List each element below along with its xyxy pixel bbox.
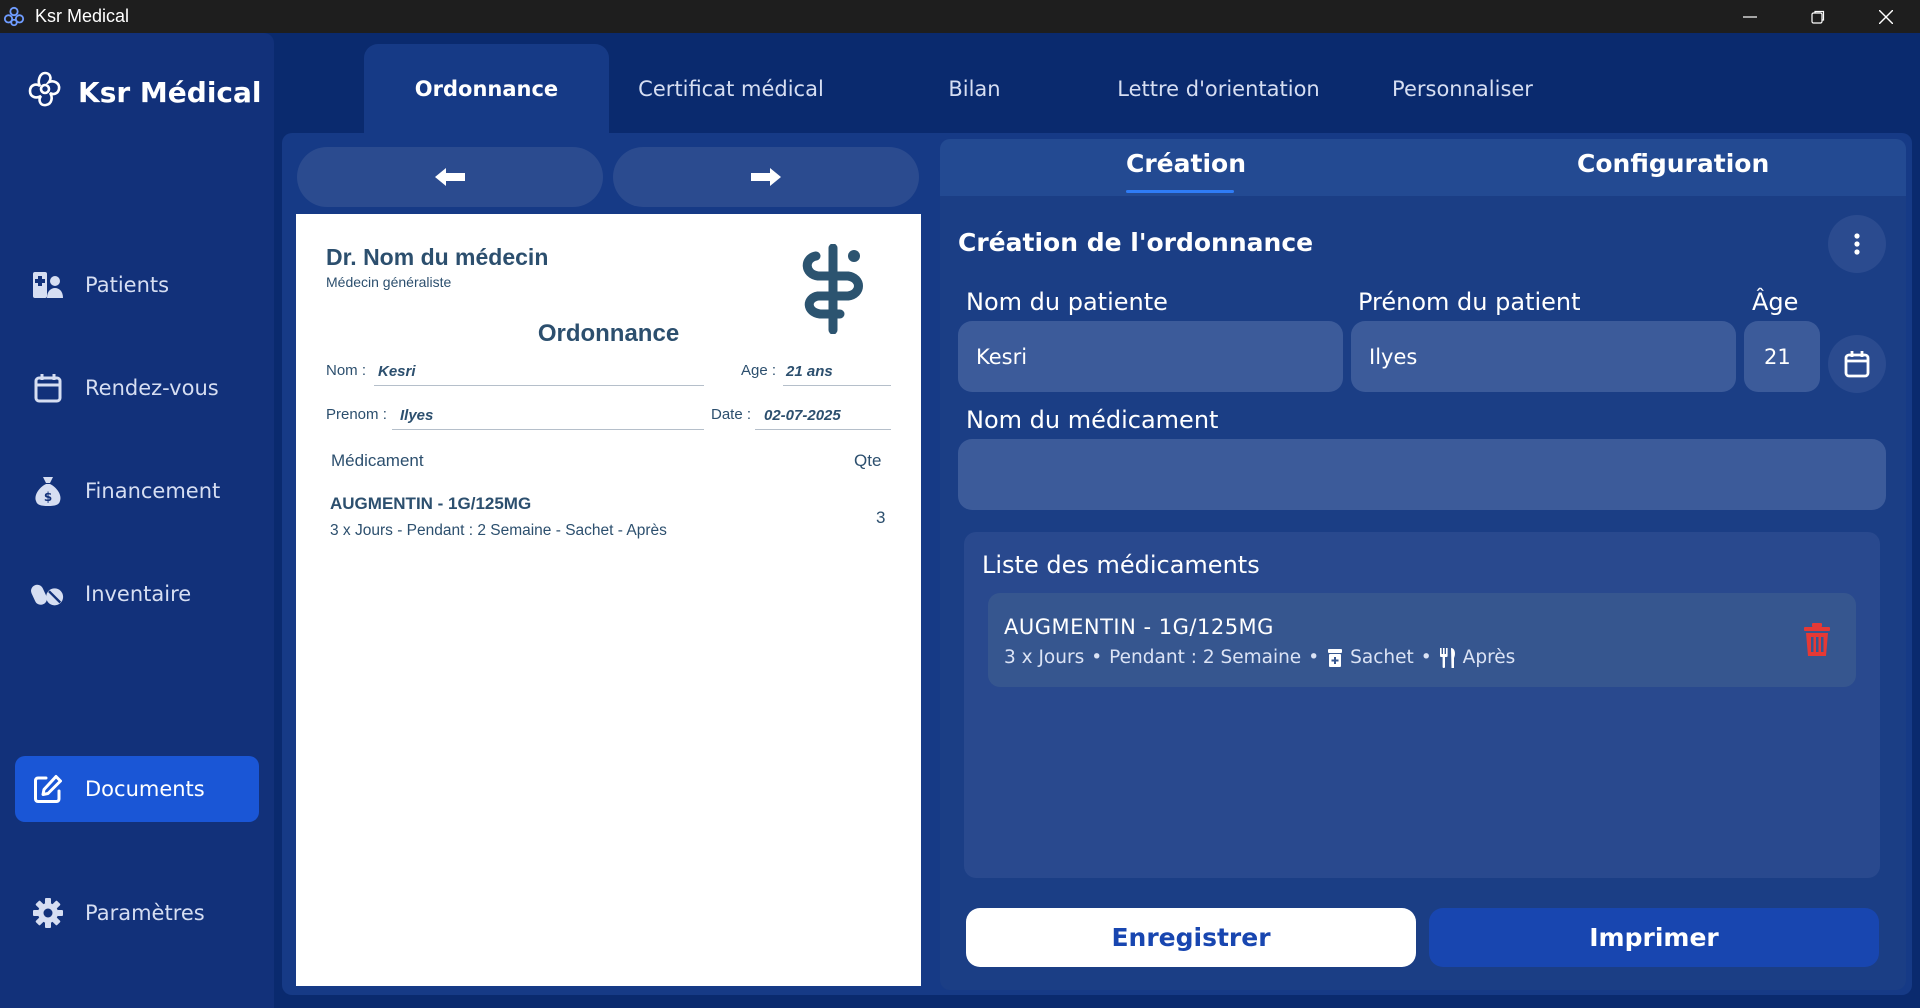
preview-medication-detail: 3 x Jours - Pendant : 2 Semaine - Sachet… <box>330 522 667 539</box>
sidebar-item-parametres[interactable]: Paramètres <box>15 880 259 946</box>
utensils-icon <box>1439 647 1457 668</box>
duration: Pendant : 2 Semaine <box>1109 647 1302 668</box>
preview-medication-name: AUGMENTIN - 1G/125MG <box>330 494 532 513</box>
document-title: Ordonnance <box>537 320 680 347</box>
form-title: Création de l'ordonnance <box>958 228 1314 257</box>
date-label: Date : <box>711 406 752 423</box>
age-label: Âge <box>1752 288 1799 316</box>
tab-certificat-medical[interactable]: Certificat médical <box>618 44 844 134</box>
separator: • <box>1308 647 1320 668</box>
sidebar-item-label: Paramètres <box>85 901 205 925</box>
tab-lettre-orientation[interactable]: Lettre d'orientation <box>1106 44 1331 134</box>
active-tab-indicator <box>1126 190 1234 193</box>
money-bag-icon: $ <box>31 474 65 508</box>
trash-icon <box>1804 623 1830 656</box>
nom-value: Kesri <box>378 363 416 380</box>
prenom-patient-label: Prénom du patient <box>1358 288 1581 316</box>
sachet-icon <box>1326 648 1344 668</box>
sidebar-item-patients[interactable]: Patients <box>15 252 259 318</box>
prenom-patient-input[interactable]: Ilyes <box>1351 321 1736 392</box>
save-button[interactable]: Enregistrer <box>966 908 1416 967</box>
medicament-label: Nom du médicament <box>966 406 1219 434</box>
restore-button[interactable] <box>1784 0 1852 33</box>
age-input[interactable]: 21 <box>1744 321 1820 392</box>
more-vert-icon <box>1854 233 1860 255</box>
svg-text:$: $ <box>44 490 52 504</box>
calendar-icon <box>31 371 65 405</box>
nom-line <box>374 364 704 386</box>
medication-details: 3 x Jours • Pendant : 2 Semaine • Sachet… <box>1004 647 1515 668</box>
delete-button[interactable] <box>1802 623 1832 657</box>
nom-patient-input[interactable]: Kesri <box>958 321 1343 392</box>
doctor-specialty: Médecin généraliste <box>326 274 452 290</box>
patient-icon <box>31 268 65 302</box>
date-value: 02-07-2025 <box>764 407 841 424</box>
close-icon <box>1879 9 1893 24</box>
age-value: 21 ans <box>786 363 833 380</box>
prescription-preview: Dr. Nom du médecin Médecin généraliste O… <box>296 214 921 986</box>
sidebar-item-inventaire[interactable]: Inventaire <box>15 561 259 627</box>
close-button[interactable] <box>1852 0 1920 33</box>
gear-icon <box>31 896 65 930</box>
sidebar-item-label: Rendez-vous <box>85 376 219 400</box>
column-medicament: Médicament <box>331 451 424 470</box>
frequency: 3 x Jours <box>1004 647 1085 668</box>
medication-name: AUGMENTIN - 1G/125MG <box>1004 615 1274 639</box>
separator: • <box>1091 647 1103 668</box>
tab-bilan[interactable]: Bilan <box>862 44 1087 134</box>
brand-logo-icon <box>24 69 66 115</box>
date-picker-button[interactable] <box>1828 335 1886 393</box>
sidebar-item-label: Patients <box>85 273 170 297</box>
arrow-left-icon <box>435 168 465 186</box>
timing: Après <box>1462 647 1516 668</box>
minimize-icon <box>1743 15 1757 18</box>
sidebar: Ksr Médical Patients Rendez-vous $ Finan… <box>0 33 274 1008</box>
prenom-line <box>392 408 704 430</box>
restore-icon <box>1811 10 1825 24</box>
list-item[interactable]: AUGMENTIN - 1G/125MG 3 x Jours • Pendant… <box>988 593 1856 687</box>
nom-patient-label: Nom du patiente <box>966 288 1168 316</box>
sidebar-item-label: Documents <box>85 777 205 801</box>
tab-creation[interactable]: Création <box>1126 149 1246 178</box>
separator: • <box>1420 647 1432 668</box>
medication-list <box>964 532 1880 878</box>
calendar-icon <box>1844 351 1870 378</box>
minimize-button[interactable] <box>1716 0 1784 33</box>
previous-button[interactable] <box>297 147 603 207</box>
sidebar-item-financement[interactable]: $ Financement <box>15 458 259 524</box>
next-button[interactable] <box>613 147 919 207</box>
sidebar-item-label: Financement <box>85 479 221 503</box>
pills-icon <box>31 577 65 611</box>
tab-personnaliser[interactable]: Personnaliser <box>1350 44 1575 134</box>
edit-document-icon <box>31 772 65 806</box>
doctor-name: Dr. Nom du médecin <box>326 244 549 270</box>
more-options-button[interactable] <box>1828 215 1886 273</box>
sidebar-item-rendez-vous[interactable]: Rendez-vous <box>15 355 259 421</box>
brand: Ksr Médical <box>24 69 262 115</box>
tab-configuration[interactable]: Configuration <box>1577 149 1769 178</box>
preview-medication-qty: 3 <box>876 508 886 527</box>
print-button[interactable]: Imprimer <box>1429 908 1879 967</box>
form: Sachet <box>1350 647 1414 668</box>
arrow-right-icon <box>751 168 781 186</box>
column-quantite: Qte <box>854 451 882 470</box>
medication-list-title: Liste des médicaments <box>982 551 1260 579</box>
sidebar-item-label: Inventaire <box>85 582 192 606</box>
app-logo-icon <box>3 6 25 28</box>
window-title: Ksr Medical <box>35 6 130 26</box>
age-label: Age : <box>741 362 777 379</box>
tab-ordonnance[interactable]: Ordonnance <box>364 44 609 134</box>
title-bar: Ksr Medical <box>0 0 1920 33</box>
sidebar-item-documents[interactable]: Documents <box>15 756 259 822</box>
prenom-label: Prenom : <box>326 406 387 423</box>
prenom-value: Ilyes <box>400 407 434 424</box>
nom-label: Nom : <box>326 362 367 379</box>
medicament-input[interactable] <box>958 439 1886 510</box>
brand-name: Ksr Médical <box>78 75 262 109</box>
